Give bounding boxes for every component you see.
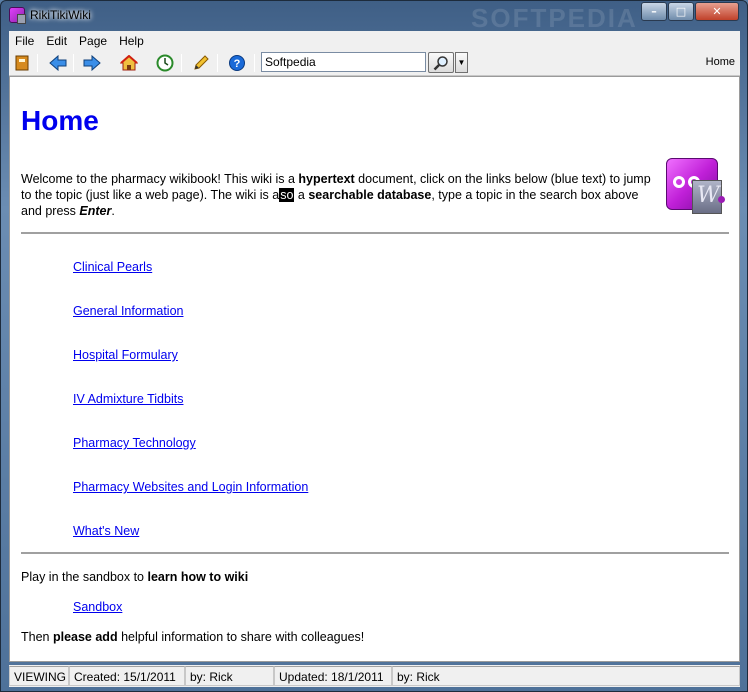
link-clinical-pearls[interactable]: Clinical Pearls bbox=[73, 260, 152, 274]
link-pharmacy-websites[interactable]: Pharmacy Websites and Login Information bbox=[73, 480, 308, 494]
search-dropdown-button[interactable]: ▼ bbox=[455, 52, 468, 73]
menu-bar: File Edit Page Help bbox=[9, 31, 740, 50]
divider bbox=[21, 552, 729, 554]
chevron-down-icon: ▼ bbox=[457, 58, 466, 67]
link-iv-admixture-tidbits[interactable]: IV Admixture Tidbits bbox=[73, 392, 183, 406]
close-button[interactable]: ✕ bbox=[695, 2, 739, 21]
menu-page[interactable]: Page bbox=[73, 34, 113, 48]
forward-arrow-icon[interactable] bbox=[82, 53, 102, 73]
link-hospital-formulary[interactable]: Hospital Formulary bbox=[73, 348, 178, 362]
back-arrow-icon[interactable] bbox=[48, 53, 68, 73]
link-general-information[interactable]: General Information bbox=[73, 304, 183, 318]
app-icon[interactable] bbox=[9, 7, 26, 24]
app-window: RikiTikiWiki SOFTPEDIA – □ ✕ File Edit P… bbox=[0, 0, 748, 692]
status-created: Created: 15/1/2011 bbox=[69, 666, 185, 686]
current-page-label: Home bbox=[705, 56, 735, 68]
book-icon[interactable] bbox=[12, 53, 32, 73]
search-button[interactable] bbox=[428, 52, 454, 73]
sandbox-prompt: Play in the sandbox to learn how to wiki bbox=[21, 570, 249, 584]
text-selection: so bbox=[279, 188, 295, 202]
wiki-content: Home Welcome to the pharmacy wikibook! T… bbox=[9, 76, 740, 662]
svg-text:?: ? bbox=[234, 58, 241, 70]
minimize-button[interactable]: – bbox=[641, 2, 667, 21]
link-whats-new[interactable]: What's New bbox=[73, 524, 139, 538]
maximize-button[interactable]: □ bbox=[668, 2, 694, 21]
help-icon[interactable]: ? bbox=[227, 53, 247, 73]
intro-paragraph: Welcome to the pharmacy wikibook! This w… bbox=[21, 172, 651, 218]
status-created-by: by: Rick bbox=[185, 666, 274, 686]
link-sandbox[interactable]: Sandbox bbox=[73, 600, 122, 614]
status-bar: VIEWING Created: 15/1/2011 by: Rick Upda… bbox=[9, 665, 740, 687]
history-clock-icon[interactable] bbox=[155, 53, 175, 73]
edit-pencil-icon[interactable] bbox=[191, 53, 211, 73]
window-title: RikiTikiWiki bbox=[30, 8, 91, 22]
menu-edit[interactable]: Edit bbox=[40, 34, 73, 48]
closing-text: Then please add helpful information to s… bbox=[21, 630, 365, 644]
link-pharmacy-technology[interactable]: Pharmacy Technology bbox=[73, 436, 196, 450]
magnifier-icon bbox=[433, 55, 448, 70]
menu-file[interactable]: File bbox=[9, 34, 40, 48]
status-updated: Updated: 18/1/2011 bbox=[274, 666, 392, 686]
toolbar: ? ▼ Home bbox=[9, 50, 740, 76]
menu-help[interactable]: Help bbox=[113, 34, 150, 48]
page-title: Home bbox=[21, 105, 99, 136]
title-bar[interactable]: RikiTikiWiki SOFTPEDIA – □ ✕ bbox=[1, 1, 747, 33]
search-input[interactable] bbox=[261, 52, 426, 72]
watermark: SOFTPEDIA bbox=[471, 3, 638, 33]
notebook-icon: W bbox=[666, 158, 725, 214]
status-updated-by: by: Rick bbox=[392, 666, 740, 686]
divider bbox=[21, 232, 729, 234]
home-icon[interactable] bbox=[119, 53, 139, 73]
status-mode: VIEWING bbox=[9, 666, 69, 686]
